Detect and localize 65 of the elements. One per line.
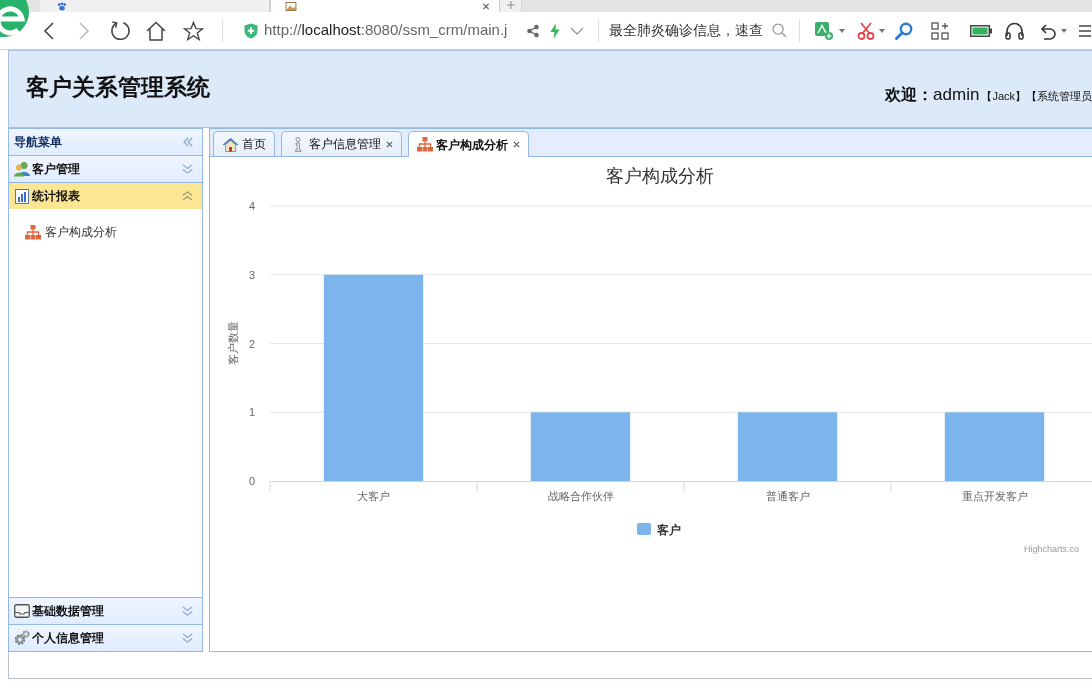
shield-icon	[244, 22, 258, 39]
accordion-header[interactable]: 客户管理	[9, 155, 202, 182]
plus-icon	[506, 1, 515, 9]
x-tick-label: 重点开发客户	[961, 490, 1028, 502]
back-icon[interactable]	[42, 20, 56, 41]
nav-item[interactable]: 客户构成分析	[25, 222, 117, 242]
y-axis-title: 客户数量	[227, 321, 239, 365]
app-title: 客户关系管理系统	[26, 72, 210, 102]
home-icon[interactable]	[145, 20, 167, 41]
close-icon[interactable]	[482, 3, 490, 10]
y-tick-label: 1	[248, 406, 255, 419]
tray-icon	[14, 604, 30, 618]
expand-up-icon[interactable]	[182, 191, 193, 201]
y-tick-label: 0	[248, 475, 255, 487]
tab[interactable]: 客户构成分析	[408, 131, 529, 157]
chevron-down-icon[interactable]	[570, 26, 584, 35]
org-chart-icon	[417, 137, 433, 152]
undo-icon[interactable]	[1038, 21, 1057, 40]
close-icon[interactable]	[386, 140, 393, 148]
role-name: 【系统管理员	[1026, 89, 1092, 105]
sidebar-title: 导航菜单	[14, 134, 62, 151]
headphones-icon[interactable]	[1005, 21, 1024, 40]
reload-icon[interactable]	[110, 20, 131, 41]
chart-title: 客户构成分析	[606, 166, 714, 186]
accordion-header[interactable]: 统计报表	[9, 182, 202, 209]
tab[interactable]: 首页	[213, 131, 275, 156]
house-icon	[222, 136, 239, 152]
scissors-icon[interactable]	[857, 21, 875, 40]
x-tick-label: 普通客户	[765, 490, 810, 502]
tab[interactable]: 客户信息管理	[281, 131, 402, 156]
legend-label[interactable]: 客户	[657, 523, 681, 537]
bar-chart-icon	[15, 188, 29, 204]
accordion-header[interactable]: 个人信息管理	[9, 624, 202, 651]
x-tick-label: 大客户	[357, 490, 390, 502]
welcome-label: 欢迎：	[885, 85, 934, 106]
share-icon[interactable]	[526, 23, 540, 38]
caret-icon[interactable]	[879, 28, 885, 33]
user-name: admin	[933, 84, 980, 107]
caret-icon[interactable]	[839, 28, 845, 33]
org-chart-icon	[25, 224, 41, 240]
display-name: 【Jack】	[981, 89, 1026, 105]
caret-icon[interactable]	[1061, 28, 1067, 33]
search-field[interactable]: 最全肺炎确诊信息，速查	[609, 20, 767, 41]
y-tick-label: 2	[248, 337, 255, 350]
info-icon	[293, 136, 303, 152]
collapse-icon[interactable]	[182, 137, 194, 147]
browser-tab[interactable]	[270, 0, 500, 12]
legend-swatch-icon[interactable]	[637, 523, 651, 535]
star-icon[interactable]	[183, 20, 204, 41]
users-icon	[13, 161, 31, 177]
battery-icon[interactable]	[970, 24, 992, 37]
gears-icon	[14, 630, 30, 646]
search-icon[interactable]	[772, 23, 787, 38]
close-icon[interactable]	[513, 141, 520, 148]
x-tick-label: 战略合作伙伴	[547, 490, 614, 502]
y-tick-label: 4	[248, 200, 255, 212]
url-field[interactable]: http://localhost:8080/ssm_crm/main.j	[264, 19, 516, 42]
menu-icon[interactable]	[1079, 22, 1091, 39]
lightning-icon[interactable]	[550, 22, 560, 39]
paw-icon	[56, 2, 68, 11]
y-tick-label: 3	[248, 268, 255, 281]
apps-icon[interactable]	[931, 21, 949, 40]
accordion-header[interactable]: 基础数据管理	[9, 597, 202, 624]
magnifier-icon[interactable]	[895, 21, 913, 40]
tile-plus-icon[interactable]	[815, 21, 833, 40]
